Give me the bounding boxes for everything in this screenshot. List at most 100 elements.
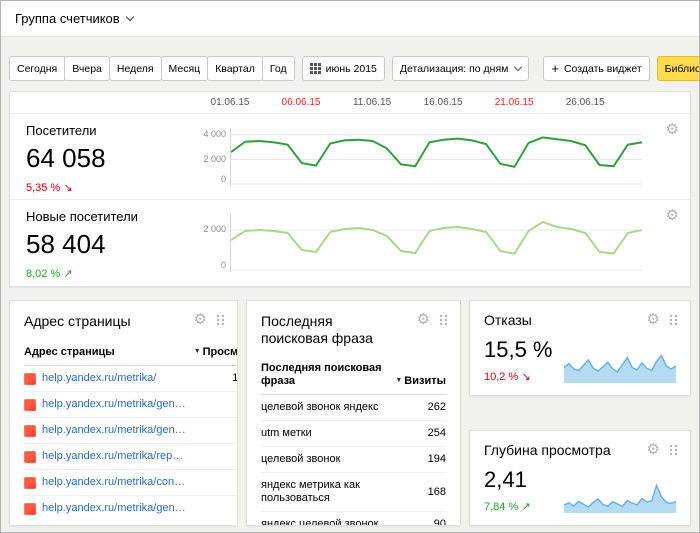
drag-handle-icon[interactable] [216, 314, 225, 326]
trend-up-icon: ↗ [521, 501, 530, 513]
detail-dropdown-label: Детализация: по дням [400, 63, 508, 75]
create-widget-label: Создать виджет [564, 63, 642, 75]
table-row: utm метки 254 [261, 421, 446, 447]
phrase-text: яндекс целевой звонок [261, 512, 387, 527]
visits-value: 194 [387, 447, 446, 473]
views-value: 10 198 [186, 366, 238, 392]
phrase-text: яндекс метрика как пользоваться [261, 473, 387, 512]
widget-library-button[interactable]: Библиотека виджетов [657, 56, 700, 81]
toolbar: Сегодня Вчера Неделя Месяц Квартал Год и… [9, 56, 691, 81]
period-button-week[interactable]: Неделя [109, 56, 162, 81]
search-phrase-widget: ⚙ Последняя поисковая фраза Последняя по… [246, 300, 461, 526]
metric-title: Новые посетители [26, 209, 175, 224]
site-favicon [24, 503, 36, 515]
phrase-text: целевой звонок яндекс [261, 395, 387, 421]
site-favicon [24, 477, 36, 489]
bounce-sparkline [564, 349, 676, 383]
detail-dropdown[interactable]: Детализация: по дням [392, 56, 529, 81]
y-axis-tick: 4 000 [203, 130, 226, 139]
metric-title: Посетители [26, 123, 175, 138]
period-button-month[interactable]: Месяц [161, 56, 209, 81]
page-url-link[interactable]: help.yandex.ru/metrika/ [42, 372, 156, 385]
search-phrase-table: Последняя поисковая фраза ▼Визиты целево… [261, 357, 446, 526]
site-favicon [24, 451, 36, 463]
page-url-link[interactable]: help.yandex.ru/metrika/con… [42, 476, 185, 489]
new-visitors-info: Новые посетители 58 404 8,02 % ↗ [10, 200, 175, 286]
date-tick: 16.06.15 [424, 97, 463, 108]
phrase-text: utm метки [261, 421, 387, 447]
stat-value: 2,41 [484, 467, 531, 493]
gear-icon[interactable]: ⚙ [666, 208, 679, 223]
visits-value: 254 [387, 421, 446, 447]
table-row: help.yandex.ru/metrika/gen… 5 083 [24, 496, 238, 522]
page-url-link[interactable]: help.yandex.ru/metrika/gen… [42, 398, 186, 411]
views-value: 5 381 [186, 470, 238, 496]
table-row: яндекс целевой звонок 90 [261, 512, 446, 527]
period-button-quarter[interactable]: Квартал [207, 56, 263, 81]
metric-delta: 5,35 % ↘ [26, 181, 175, 194]
gear-icon[interactable]: ⚙ [666, 122, 679, 137]
views-value: 9 357 [186, 392, 238, 418]
depth-sparkline [564, 479, 676, 513]
visitors-metric-row: Посетители 64 058 5,35 % ↘ 4 000 2 000 0… [10, 114, 690, 200]
period-button-today[interactable]: Сегодня [9, 56, 65, 81]
page-url-link[interactable]: help.yandex.ru/metrika/rep… [42, 450, 183, 463]
gear-icon[interactable]: ⚙ [647, 312, 660, 327]
trend-down-icon: ↘ [63, 182, 72, 194]
metric-delta: 8,02 % ↗ [26, 267, 175, 280]
drag-handle-icon[interactable] [439, 314, 448, 326]
calendar-label: июнь 2015 [326, 63, 377, 75]
site-favicon [24, 425, 36, 437]
period-button-yesterday[interactable]: Вчера [64, 56, 110, 81]
visits-value: 90 [387, 512, 446, 527]
gear-icon[interactable]: ⚙ [417, 312, 430, 327]
column-header-phrase[interactable]: Последняя поисковая фраза [261, 357, 387, 395]
gear-icon[interactable]: ⚙ [647, 442, 660, 457]
chart-date-axis: 01.06.15 06.06.15 11.06.15 16.06.15 21.0… [10, 92, 690, 114]
sort-desc-icon: ▼ [194, 348, 201, 355]
stat-widgets-column: ⚙ Отказы 15,5 % 10,2 % ↘ [469, 300, 691, 526]
site-favicon [24, 399, 36, 411]
visitors-info: Посетители 64 058 5,35 % ↘ [10, 114, 175, 199]
sort-desc-icon: ▼ [395, 377, 402, 384]
calendar-button[interactable]: июнь 2015 [302, 56, 385, 81]
y-axis-tick: 0 [221, 261, 226, 270]
bounce-widget: ⚙ Отказы 15,5 % 10,2 % ↘ [469, 300, 691, 396]
create-widget-button[interactable]: + Создать виджет [543, 56, 649, 81]
page-address-widget: ⚙ Адрес страницы Адрес страницы ▼Просмот… [9, 300, 238, 526]
column-header-visits[interactable]: ▼Визиты [387, 357, 446, 395]
metric-value: 64 058 [26, 143, 175, 174]
column-header-url[interactable]: Адрес страницы [24, 340, 186, 366]
new-visitors-chart-zone: 2 000 0 [230, 214, 642, 272]
trend-down-icon: ↘ [521, 371, 530, 383]
date-tick: 11.06.15 [353, 97, 391, 108]
summary-chart-widget: 01.06.15 06.06.15 11.06.15 16.06.15 21.0… [9, 91, 691, 287]
y-axis-tick: 0 [221, 175, 226, 184]
table-row: help.yandex.ru/metrika/gen… 6 896 [24, 418, 238, 444]
y-axis-tick: 2 000 [203, 155, 226, 164]
table-row: help.yandex.ru/metrika/ 10 198 [24, 366, 238, 392]
column-header-views[interactable]: ▼Просмотры [186, 340, 238, 366]
new-visitors-line-chart [231, 214, 642, 272]
table-row: help.yandex.ru/metrika/con… 5 381 [24, 470, 238, 496]
views-value: 5 083 [186, 496, 238, 522]
new-visitors-metric-row: Новые посетители 58 404 8,02 % ↗ 2 000 0… [10, 200, 690, 286]
chevron-down-icon [125, 13, 133, 21]
top-header: Группа счетчиков [1, 1, 699, 37]
period-button-group: Сегодня Вчера Неделя Месяц Квартал Год [9, 56, 295, 81]
metric-value: 58 404 [26, 229, 175, 260]
stat-delta: 10,2 % ↘ [484, 370, 553, 383]
stat-delta: 7,84 % ↗ [484, 500, 531, 513]
date-tick: 26.06.15 [566, 97, 605, 108]
counter-group-selector[interactable]: Группа счетчиков [15, 11, 133, 26]
date-tick-weekend: 06.06.15 [282, 97, 321, 108]
plus-icon: + [551, 62, 559, 75]
stat-value: 15,5 % [484, 337, 553, 363]
page-url-link[interactable]: help.yandex.ru/metrika/gen… [42, 424, 186, 437]
drag-handle-icon[interactable] [669, 444, 678, 456]
drag-handle-icon[interactable] [669, 314, 678, 326]
period-button-year[interactable]: Год [262, 56, 295, 81]
page-url-link[interactable]: help.yandex.ru/metrika/gen… [42, 502, 186, 515]
gear-icon[interactable]: ⚙ [194, 312, 207, 327]
calendar-grid-icon [310, 63, 321, 74]
